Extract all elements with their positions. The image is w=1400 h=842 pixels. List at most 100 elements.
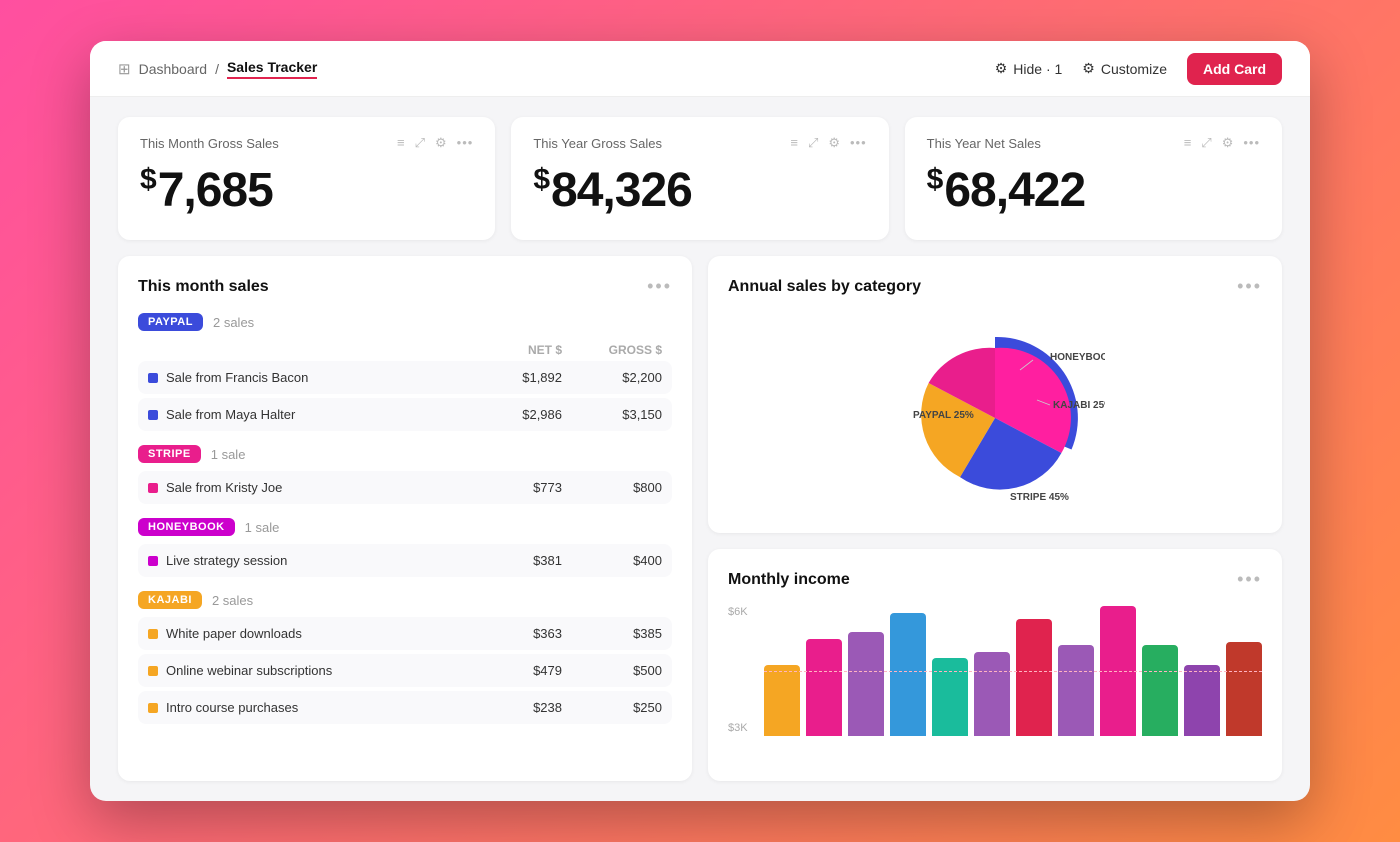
bar-2	[848, 632, 884, 736]
current-page: Sales Tracker	[227, 59, 317, 79]
annual-panel-header: Annual sales by category •••	[728, 276, 1262, 297]
header: ⊞ Dashboard / Sales Tracker ⚙ Hide · 1 ⚙…	[90, 41, 1310, 97]
sales-panel: This month sales ••• PAYPAL 2 sales NET …	[118, 256, 692, 781]
dashboard-link[interactable]: Dashboard	[139, 61, 208, 77]
bar-0	[764, 665, 800, 737]
kpi-icons-0: ≡ ⤢ ⚙ •••	[397, 135, 473, 151]
row-name-0-0: Sale from Francis Bacon	[148, 370, 462, 385]
payment-group-1: STRIPE 1 sale Sale from Kristy Joe $773 …	[138, 445, 672, 504]
sales-table-header: NET $ GROSS $	[138, 339, 672, 361]
row-net-0-0: $1,892	[462, 370, 562, 385]
row-name-0-1: Sale from Maya Halter	[148, 407, 462, 422]
hide-button[interactable]: ⚙ Hide · 1	[995, 60, 1063, 77]
bar-chart-wrapper: $6K $3K	[728, 606, 1262, 736]
expand-icon-1[interactable]: ⤢	[808, 135, 818, 151]
col-name	[148, 343, 462, 357]
sales-groups: PAYPAL 2 sales NET $ GROSS $ Sale from F…	[138, 313, 672, 724]
payment-group-3: KAJABI 2 sales White paper downloads $36…	[138, 591, 672, 724]
group-header-3: KAJABI 2 sales	[138, 591, 672, 609]
row-net-0-1: $2,986	[462, 407, 562, 422]
income-panel-title: Monthly income	[728, 571, 850, 589]
row-dot-0-0	[148, 373, 158, 383]
filter-icon-2[interactable]: ≡	[1184, 135, 1192, 151]
group-badge-0: PAYPAL	[138, 313, 203, 331]
dots-icon-0[interactable]: •••	[457, 135, 474, 151]
group-badge-2: HONEYBOOK	[138, 518, 235, 536]
kpi-icons-2: ≡ ⤢ ⚙ •••	[1184, 135, 1260, 151]
gear-icon-2[interactable]: ⚙	[1222, 135, 1234, 151]
kpi-value-2: $68,422	[927, 163, 1260, 218]
col-gross: GROSS $	[562, 343, 662, 357]
breadcrumb: ⊞ Dashboard / Sales Tracker	[118, 59, 317, 79]
grid-icon: ⊞	[118, 60, 131, 78]
filter-icon-1[interactable]: ≡	[790, 135, 798, 151]
group-header-1: STRIPE 1 sale	[138, 445, 672, 463]
group-count-2: 1 sale	[245, 520, 280, 535]
sales-panel-menu[interactable]: •••	[647, 276, 672, 297]
bar-7	[1058, 645, 1094, 736]
sales-row-0-0: Sale from Francis Bacon $1,892 $2,200	[138, 361, 672, 394]
svg-text:PAYPAL 25%: PAYPAL 25%	[913, 410, 974, 421]
monthly-income-panel: Monthly income ••• $6K $3K	[708, 549, 1282, 781]
bar-9	[1142, 645, 1178, 736]
bottom-row: This month sales ••• PAYPAL 2 sales NET …	[118, 256, 1282, 781]
bar-5	[974, 652, 1010, 737]
row-label-3-0: White paper downloads	[166, 626, 302, 641]
row-label-2-0: Live strategy session	[166, 553, 287, 568]
bar-4	[932, 658, 968, 736]
row-dot-3-2	[148, 703, 158, 713]
row-label-1-0: Sale from Kristy Joe	[166, 480, 282, 495]
kpi-dollar-0: $	[140, 163, 156, 196]
row-gross-3-2: $250	[562, 700, 662, 715]
group-badge-1: STRIPE	[138, 445, 201, 463]
expand-icon-2[interactable]: ⤢	[1201, 135, 1211, 151]
kpi-value-1: $84,326	[533, 163, 866, 218]
y-axis: $6K $3K	[728, 606, 748, 736]
kpi-value-0: $7,685	[140, 163, 473, 218]
kpi-header-2: This Year Net Sales ≡ ⤢ ⚙ •••	[927, 135, 1260, 151]
svg-text:KAJABI 25%: KAJABI 25%	[1053, 400, 1105, 411]
col-net: NET $	[462, 343, 562, 357]
row-name-3-0: White paper downloads	[148, 626, 462, 641]
kpi-header-0: This Month Gross Sales ≡ ⤢ ⚙ •••	[140, 135, 473, 151]
kpi-card-2: This Year Net Sales ≡ ⤢ ⚙ ••• $68,422	[905, 117, 1282, 240]
filter-icon-0[interactable]: ≡	[397, 135, 405, 151]
dots-icon-2[interactable]: •••	[1243, 135, 1260, 151]
payment-group-2: HONEYBOOK 1 sale Live strategy session $…	[138, 518, 672, 577]
main-content: This Month Gross Sales ≡ ⤢ ⚙ ••• $7,685 …	[90, 97, 1310, 801]
row-gross-0-0: $2,200	[562, 370, 662, 385]
row-gross-2-0: $400	[562, 553, 662, 568]
sales-row-3-1: Online webinar subscriptions $479 $500	[138, 654, 672, 687]
bar-6	[1016, 619, 1052, 736]
kpi-icons-1: ≡ ⤢ ⚙ •••	[790, 135, 866, 151]
gear-icon-0[interactable]: ⚙	[435, 135, 447, 151]
add-card-button[interactable]: Add Card	[1187, 53, 1282, 85]
row-dot-3-0	[148, 629, 158, 639]
expand-icon-0[interactable]: ⤢	[415, 135, 425, 151]
annual-panel-menu[interactable]: •••	[1237, 276, 1262, 297]
header-actions: ⚙ Hide · 1 ⚙ Customize Add Card	[995, 53, 1282, 85]
group-count-3: 2 sales	[212, 593, 253, 608]
income-panel-header: Monthly income •••	[728, 569, 1262, 590]
row-gross-3-0: $385	[562, 626, 662, 641]
kpi-card-0: This Month Gross Sales ≡ ⤢ ⚙ ••• $7,685	[118, 117, 495, 240]
row-net-3-0: $363	[462, 626, 562, 641]
svg-text:HONEYBOOK 15%: HONEYBOOK 15%	[1050, 352, 1105, 363]
bar-3	[890, 613, 926, 737]
row-gross-1-0: $800	[562, 480, 662, 495]
sales-row-3-2: Intro course purchases $238 $250	[138, 691, 672, 724]
row-net-1-0: $773	[462, 480, 562, 495]
row-net-3-1: $479	[462, 663, 562, 678]
sales-row-2-0: Live strategy session $381 $400	[138, 544, 672, 577]
svg-text:STRIPE 45%: STRIPE 45%	[1010, 492, 1069, 503]
row-gross-0-1: $3,150	[562, 407, 662, 422]
kpi-dollar-2: $	[927, 163, 943, 196]
customize-button[interactable]: ⚙ Customize	[1082, 60, 1167, 77]
gear-icon-1[interactable]: ⚙	[828, 135, 840, 151]
bars-container	[764, 606, 1262, 736]
group-count-0: 2 sales	[213, 315, 254, 330]
kpi-header-1: This Year Gross Sales ≡ ⤢ ⚙ •••	[533, 135, 866, 151]
income-panel-menu[interactable]: •••	[1237, 569, 1262, 590]
breadcrumb-separator: /	[215, 61, 219, 77]
dots-icon-1[interactable]: •••	[850, 135, 867, 151]
